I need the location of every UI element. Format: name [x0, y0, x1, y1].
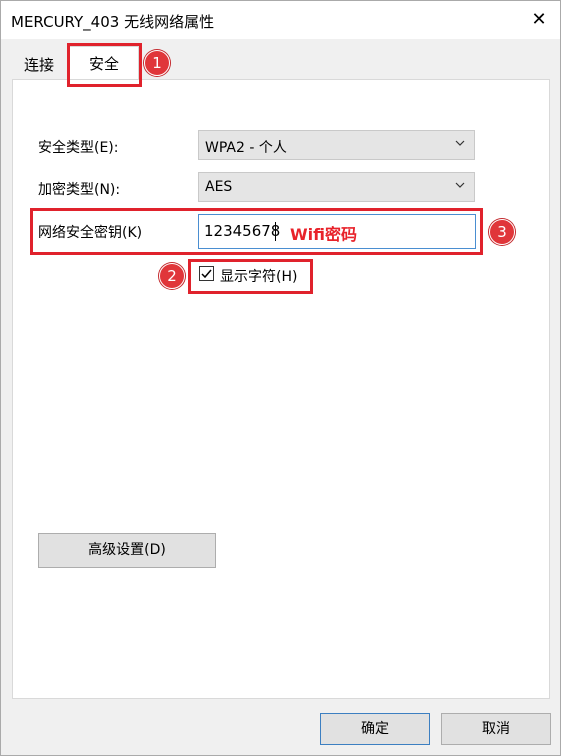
network-key-label: 网络安全密钥(K) [38, 225, 143, 241]
cancel-button[interactable]: 取消 [441, 713, 551, 745]
properties-dialog: MERCURY_403 无线网络属性 ✕ 连接 安全 安全类型(E): WPA2… [0, 0, 561, 756]
encryption-type-select[interactable]: AES [198, 172, 475, 202]
step-badge-3: 3 [489, 219, 515, 245]
show-characters-checkbox[interactable] [199, 266, 214, 281]
tab-strip: 连接 安全 [1, 39, 560, 80]
title-bar: MERCURY_403 无线网络属性 ✕ [1, 1, 560, 39]
chevron-down-icon [455, 140, 465, 146]
encryption-type-value: AES [205, 179, 233, 195]
tab-connection[interactable]: 连接 [13, 52, 65, 79]
encryption-type-label: 加密类型(N): [38, 182, 121, 198]
text-caret [275, 222, 276, 241]
checkmark-icon [201, 269, 212, 279]
tab-security[interactable]: 安全 [69, 46, 139, 80]
ok-button[interactable]: 确定 [320, 713, 430, 745]
advanced-settings-button[interactable]: 高级设置(D) [38, 533, 216, 568]
security-type-select[interactable]: WPA2 - 个人 [198, 130, 475, 160]
show-characters-label[interactable]: 显示字符(H) [220, 266, 297, 286]
step-badge-1: 1 [144, 50, 170, 76]
wifi-password-annotation: Wifi密码 [290, 225, 357, 244]
network-key-value: 12345678 [204, 222, 281, 240]
chevron-down-icon [455, 182, 465, 188]
step-badge-2: 2 [159, 263, 185, 289]
window-title: MERCURY_403 无线网络属性 [11, 13, 215, 31]
security-type-value: WPA2 - 个人 [205, 140, 287, 156]
close-icon[interactable]: ✕ [526, 7, 552, 33]
security-type-label: 安全类型(E): [38, 140, 119, 156]
